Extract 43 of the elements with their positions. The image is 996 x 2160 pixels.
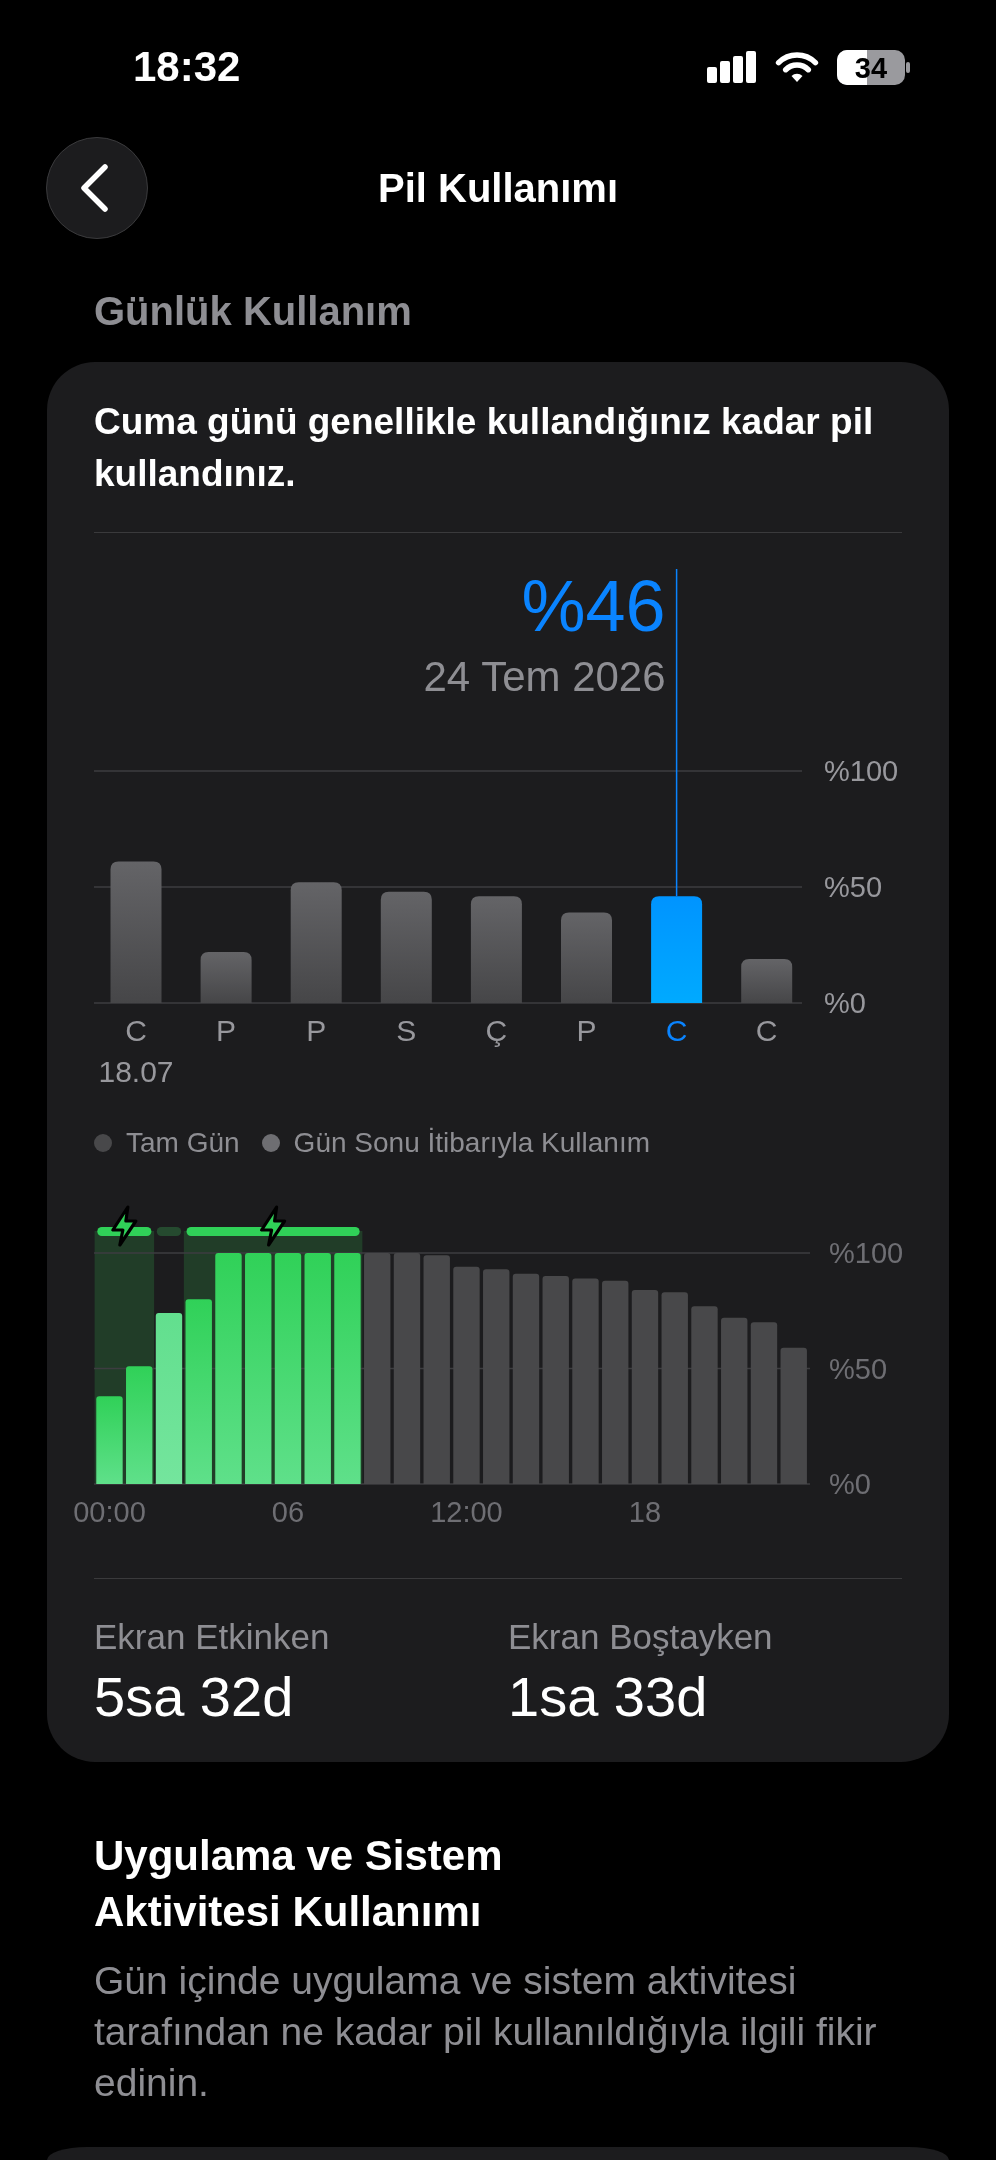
wifi-icon	[774, 51, 820, 83]
activity-heading: Uygulama ve Sistem Aktivitesi Kullanımı	[94, 1831, 504, 1937]
stat-label: Ekran Boştayken	[508, 1619, 773, 1655]
usage-summary: Cuma günü genellikle kullandığınız kadar pil kullandınız.	[94, 400, 875, 496]
day-bar[interactable]	[200, 951, 252, 1003]
page-title: Pil Kullanımı	[377, 165, 618, 212]
day-label: C	[125, 1013, 147, 1047]
day-bar[interactable]	[380, 891, 432, 1003]
day-label: P	[576, 1013, 597, 1047]
day-label: S	[396, 1013, 417, 1047]
stat-label: Ekran Etkinken	[94, 1619, 330, 1655]
week-start-date: 18.07	[98, 1054, 174, 1088]
stat-value: 1sa 33d	[508, 1667, 708, 1727]
legend-label: Tam Gün	[126, 1126, 240, 1160]
y-axis-label: %0	[824, 987, 866, 1019]
x-axis-label: 18	[628, 1496, 662, 1528]
section-title: Günlük Kullanım	[94, 288, 412, 335]
lightning-icon	[260, 1205, 287, 1247]
stat-value: 5sa 32d	[94, 1667, 294, 1727]
x-axis-label: 06	[271, 1496, 305, 1528]
y-axis-label: %50	[824, 871, 883, 903]
x-axis-label: 12:00	[430, 1496, 503, 1528]
status-time: 18:32	[133, 46, 241, 88]
x-axis-label: 00:00	[73, 1496, 146, 1528]
day-bar[interactable]	[470, 896, 522, 1003]
day-bar[interactable]	[651, 896, 703, 1003]
selected-date: 24 Tem 2026	[423, 653, 666, 700]
day-label: C	[665, 1013, 688, 1047]
day-bar[interactable]	[741, 958, 793, 1003]
y-axis-label: %50	[829, 1352, 888, 1385]
y-axis-label: %0	[829, 1468, 871, 1500]
charging-strip	[156, 1227, 182, 1236]
selected-percent: %46	[521, 566, 666, 646]
day-label: C	[755, 1013, 778, 1047]
signal-icon	[707, 51, 757, 83]
legend-label: Gün Sonu İtibarıyla Kullanım	[293, 1126, 651, 1160]
y-axis-label: %100	[829, 1237, 904, 1269]
y-axis-label: %100	[824, 755, 899, 787]
activity-description: Gün içinde uygulama ve sistem aktivitesi tarafından ne kadar pil kullanıldığıyla ilgili fikir edinin.	[94, 1958, 878, 2106]
day-label: P	[306, 1013, 327, 1047]
chevron-left-icon	[79, 164, 109, 212]
day-label: P	[216, 1013, 237, 1047]
day-label: Ç	[485, 1013, 508, 1047]
